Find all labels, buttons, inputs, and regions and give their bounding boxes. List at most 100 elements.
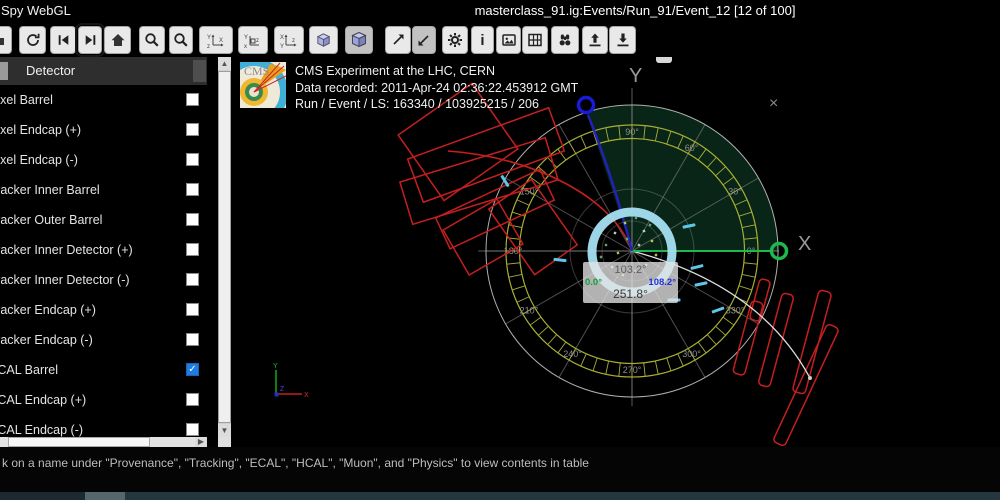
panel-header-handle[interactable]: [193, 60, 206, 82]
detector-item-label: Tracker Inner Barrel: [0, 183, 100, 197]
detector-item[interactable]: Tracker Endcap (-): [0, 325, 207, 355]
bottom-strip-segment: [0, 492, 85, 500]
detector-item[interactable]: Pixel Barrel: [0, 85, 207, 115]
detector-checkbox[interactable]: [186, 243, 199, 256]
svg-text:X: X: [219, 38, 223, 44]
sidebar-horizontal-scrollbar[interactable]: ▶: [0, 437, 207, 447]
detector-item[interactable]: Pixel Endcap (+): [0, 115, 207, 145]
vertex-hit: [613, 231, 616, 234]
zoom-in-icon: [144, 32, 160, 48]
upload-icon: [587, 32, 603, 48]
dial-angle-label: 240°: [563, 349, 582, 359]
orientation-gizmo: Y X Z: [258, 360, 310, 406]
detector-panel-header[interactable]: Detector: [0, 57, 207, 85]
next-event-button[interactable]: [78, 26, 102, 54]
svg-text:z: z: [292, 38, 295, 44]
detector-item[interactable]: ECAL Endcap (-): [0, 415, 207, 437]
view-yz-icon: Yzx: [243, 32, 263, 49]
download-icon: [615, 32, 631, 48]
vertex-hit: [605, 244, 607, 246]
vertical-scroll-thumb[interactable]: [218, 71, 231, 423]
status-bar: k on a name under "Provenance", "Trackin…: [0, 447, 1000, 492]
binoculars-icon: [557, 32, 573, 48]
detector-item[interactable]: Tracker Endcap (+): [0, 295, 207, 325]
detector-checkbox[interactable]: [186, 393, 199, 406]
muon-opening-angle-sector: [586, 105, 778, 251]
view-yz-button[interactable]: Yzx: [238, 26, 268, 54]
status-message: k on a name under "Provenance", "Trackin…: [2, 456, 589, 470]
horizontal-scroll-thumb[interactable]: [8, 437, 150, 447]
detector-item[interactable]: ECAL Barrel✓: [0, 355, 207, 385]
settings-button[interactable]: [442, 26, 468, 54]
home-button[interactable]: [104, 26, 131, 54]
enlarge-button[interactable]: [385, 26, 411, 54]
detector-item[interactable]: Tracker Inner Detector (+): [0, 235, 207, 265]
detector-checkbox[interactable]: [186, 423, 199, 436]
zoom-in-button[interactable]: [139, 26, 165, 54]
orthographic-view-button[interactable]: [345, 26, 373, 54]
detector-checkbox[interactable]: [186, 273, 199, 286]
info-icon: i: [480, 33, 484, 48]
panel-collapse-icon: [0, 62, 8, 80]
angle-top-value: 103.2°: [583, 264, 678, 276]
info-button[interactable]: i: [471, 26, 494, 54]
screenshot-button[interactable]: [496, 26, 521, 54]
view-xz-button[interactable]: XzY: [274, 26, 304, 54]
detector-checkbox[interactable]: [186, 183, 199, 196]
sidebar-vertical-scrollbar[interactable]: ▲ ▼: [218, 57, 231, 437]
zoom-out-button[interactable]: [169, 26, 193, 54]
svg-text:z: z: [207, 44, 210, 49]
perspective-view-button[interactable]: [309, 26, 338, 54]
view-xy-button[interactable]: Y Xz: [199, 26, 233, 54]
close-icon[interactable]: ×: [769, 96, 778, 112]
detector-item[interactable]: ECAL Endcap (+): [0, 385, 207, 415]
gizmo-z-label: Z: [280, 386, 285, 393]
angle-bottom-value: 251.8°: [583, 287, 678, 301]
search-button[interactable]: [551, 26, 579, 54]
app-title: Spy WebGL: [1, 3, 71, 18]
detector-checkbox[interactable]: [186, 123, 199, 136]
scroll-down-icon[interactable]: ▼: [218, 424, 231, 437]
detector-item-label: Pixel Barrel: [0, 93, 53, 107]
detector-checkbox[interactable]: [186, 153, 199, 166]
detector-checkbox[interactable]: [186, 303, 199, 316]
detector-item[interactable]: Tracker Inner Detector (-): [0, 265, 207, 295]
panel-handle-notch[interactable]: [656, 57, 672, 63]
previous-event-button[interactable]: [50, 26, 76, 54]
gizmo-y-label: Y: [273, 363, 278, 370]
detector-checkbox[interactable]: ✓: [186, 363, 199, 376]
event-display-3d-view[interactable]: 0°30°60°90°150°180°210°240°270°300°330°: [233, 57, 1000, 447]
detector-list: Pixel Barrel Pixel Endcap (+)Pixel Endcap…: [0, 85, 207, 437]
scroll-up-icon[interactable]: ▲: [218, 57, 231, 70]
perspective-cube-icon: [315, 32, 332, 49]
title-bar: Spy WebGL masterclass_91.ig:Events/Run_9…: [0, 0, 1000, 21]
detector-item[interactable]: Pixel Endcap (-): [0, 145, 207, 175]
angle-right-value: 108.2°: [648, 277, 676, 288]
svg-text:x: x: [244, 44, 247, 49]
download-button[interactable]: [609, 26, 636, 54]
event-display-canvas[interactable]: 0°30°60°90°150°180°210°240°270°300°330°: [233, 57, 1000, 447]
zoom-out-icon: [173, 32, 189, 48]
event-table-button[interactable]: [522, 26, 548, 54]
reload-icon: [25, 32, 41, 48]
svg-text:Y: Y: [207, 35, 211, 41]
detector-checkbox[interactable]: [186, 93, 199, 106]
upload-button[interactable]: [582, 26, 608, 54]
event-title: masterclass_91.ig:Events/Run_91/Event_12…: [475, 3, 796, 18]
dial-angle-label: 90°: [625, 127, 639, 137]
scroll-right-icon[interactable]: ▶: [195, 437, 207, 447]
shrink-button[interactable]: [412, 26, 436, 54]
detector-item[interactable]: Tracker Inner Barrel: [0, 175, 207, 205]
detector-item[interactable]: Tracker Outer Barrel: [0, 205, 207, 235]
detector-checkbox[interactable]: [186, 213, 199, 226]
detector-item-label: ECAL Endcap (-): [0, 423, 83, 437]
vertex-hit: [626, 238, 629, 241]
vertex-hit: [651, 240, 654, 243]
reload-button[interactable]: [19, 26, 46, 54]
event-info-line1: CMS Experiment at the LHC, CERN: [295, 63, 578, 80]
detector-checkbox[interactable]: [186, 333, 199, 346]
detector-item-label: ECAL Endcap (+): [0, 393, 86, 407]
open-file-button[interactable]: [0, 26, 12, 54]
vertex-hit: [616, 251, 619, 254]
blue-muon-marker[interactable]: [579, 98, 594, 113]
